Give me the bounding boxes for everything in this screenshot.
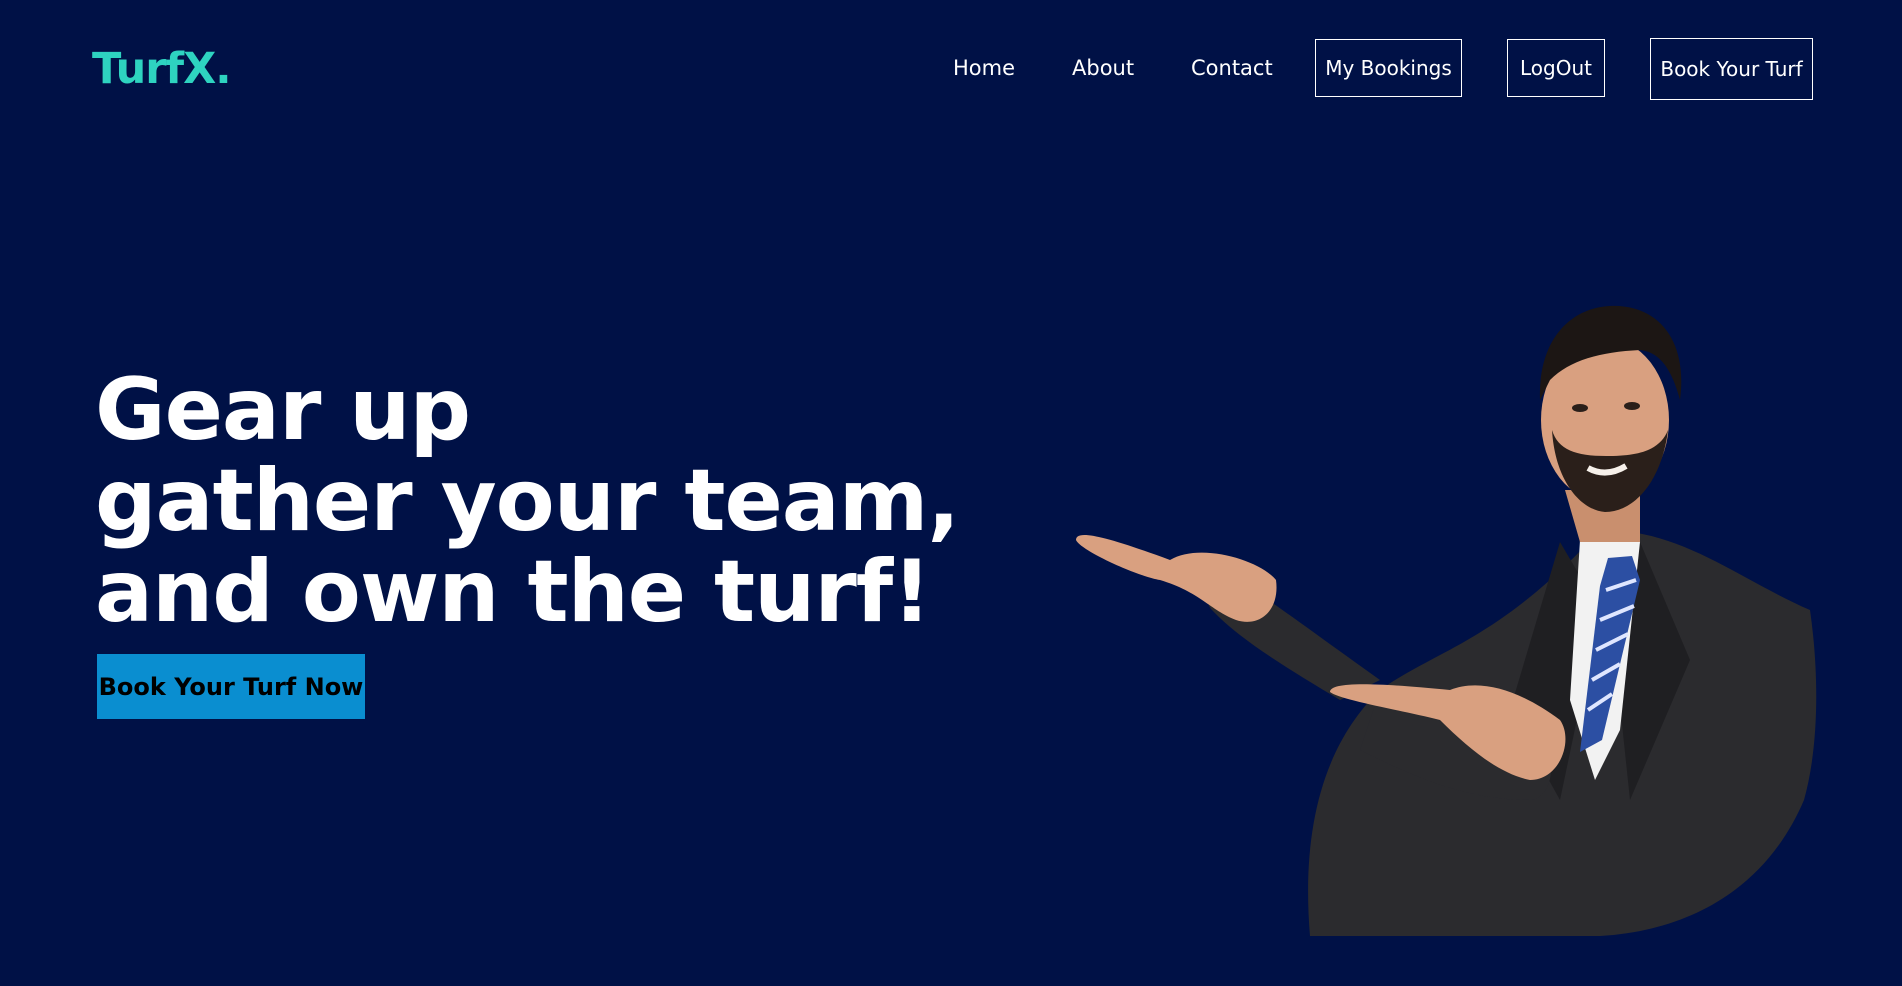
top-navbar: TurfX. Home About Contact My Bookings Lo… (0, 0, 1902, 150)
logout-button[interactable]: LogOut (1507, 39, 1605, 97)
nav-link-home[interactable]: Home (953, 56, 1015, 80)
hero-headline-line-1: Gear up (95, 360, 471, 460)
hero-headline-line-2: gather your team, (95, 451, 960, 551)
nav-link-contact[interactable]: Contact (1191, 56, 1273, 80)
book-your-turf-nav-button[interactable]: Book Your Turf (1650, 38, 1813, 100)
book-turf-now-button[interactable]: Book Your Turf Now (97, 654, 365, 719)
hero-headline-line-3: and own the turf! (95, 542, 931, 642)
nav-link-about[interactable]: About (1072, 56, 1134, 80)
businessman-illustration (1076, 305, 1817, 936)
turfx-logo[interactable]: TurfX. (92, 44, 232, 94)
businessman-pointing-photo (1040, 280, 1840, 940)
hero-headline: Gear up gather your team, and own the tu… (95, 360, 960, 642)
my-bookings-button[interactable]: My Bookings (1315, 39, 1462, 97)
